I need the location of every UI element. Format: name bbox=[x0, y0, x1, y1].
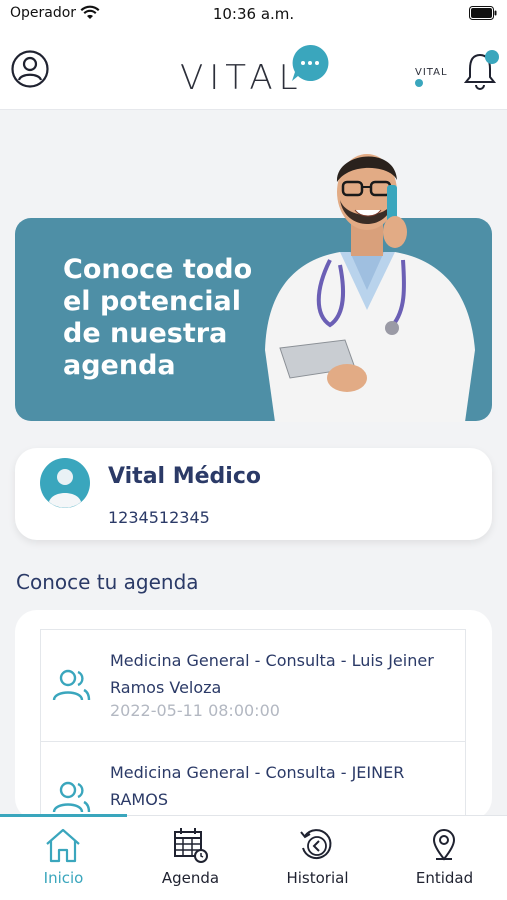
status-time: 10:36 a.m. bbox=[212, 5, 295, 23]
app-header: VITAL VITAL bbox=[0, 30, 507, 110]
tab-entidad[interactable]: Entidad bbox=[381, 815, 507, 900]
profile-name: Vital Médico bbox=[108, 464, 262, 489]
location-pin-icon bbox=[432, 829, 456, 861]
appointment-date: 2022-05-11 08:00:00 bbox=[110, 701, 280, 720]
tab-label: Inicio bbox=[43, 869, 84, 887]
chat-bubble-icon bbox=[292, 44, 329, 81]
doctor-illustration bbox=[265, 154, 475, 422]
mini-brand-text: VITAL bbox=[415, 67, 448, 78]
doctor-avatar bbox=[40, 458, 90, 508]
history-icon bbox=[300, 829, 332, 860]
section-title: Conoce tu agenda bbox=[16, 570, 199, 594]
mini-bubble-icon bbox=[415, 79, 423, 87]
tab-label: Historial bbox=[286, 869, 349, 887]
appointment-title: Medicina General - Consulta - Luis Jeine… bbox=[110, 651, 434, 697]
users-icon bbox=[52, 781, 91, 813]
list-item[interactable]: Medicina General - Consulta - Luis Jeine… bbox=[41, 630, 465, 742]
tab-label: Agenda bbox=[161, 869, 220, 887]
tab-agenda[interactable]: Agenda bbox=[127, 815, 254, 900]
list-item[interactable]: Medicina General - Consulta - JEINER RAM… bbox=[41, 742, 465, 815]
mini-brand-logo: VITAL bbox=[415, 60, 460, 87]
appointment-title: Medicina General - Consulta - JEINER RAM… bbox=[110, 763, 405, 809]
home-icon bbox=[46, 828, 80, 863]
status-bar: Operador 10:36 a.m. bbox=[0, 0, 507, 30]
brand-text: VITAL bbox=[180, 58, 304, 98]
tab-inicio[interactable]: Inicio bbox=[0, 815, 127, 900]
battery-icon bbox=[469, 6, 497, 20]
tab-label: Entidad bbox=[415, 869, 474, 887]
users-icon bbox=[52, 669, 91, 701]
agenda-list[interactable]: Medicina General - Consulta - Luis Jeine… bbox=[40, 629, 466, 815]
profile-id: 1234512345 bbox=[108, 508, 210, 527]
tab-historial[interactable]: Historial bbox=[254, 815, 381, 900]
calendar-icon bbox=[174, 828, 208, 863]
banner-title: Conoce todo el potencial de nuestra agen… bbox=[63, 254, 253, 381]
user-circle-icon[interactable] bbox=[10, 49, 50, 89]
brand-logo: VITAL bbox=[178, 43, 333, 98]
bell-icon[interactable] bbox=[462, 47, 502, 91]
